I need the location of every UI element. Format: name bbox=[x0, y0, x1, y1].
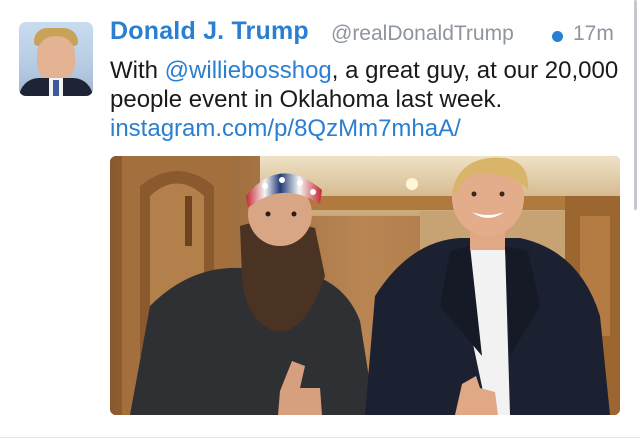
author-handle[interactable]: @realDonaldTrump bbox=[331, 22, 514, 46]
author-name[interactable]: Donald J. Trump bbox=[110, 17, 309, 46]
tweet-text: With @williebosshog, a great guy, at our… bbox=[110, 56, 620, 143]
tweet-cell[interactable]: Donald J. Trump @realDonaldTrump 17m Wit… bbox=[0, 0, 640, 441]
tweet-text-part-1: With bbox=[110, 57, 165, 84]
avatar-face bbox=[37, 36, 75, 80]
timestamp: 17m bbox=[573, 22, 614, 45]
photo-illustration bbox=[110, 156, 620, 415]
tweet-photo[interactable] bbox=[110, 156, 620, 415]
mention-link[interactable]: @williebosshog bbox=[165, 57, 332, 84]
scroll-indicator[interactable] bbox=[634, 0, 637, 210]
avatar[interactable] bbox=[19, 22, 93, 96]
url-link[interactable]: instagram.com/p/8QzMm7mhaA/ bbox=[110, 115, 461, 142]
unread-dot-icon bbox=[552, 31, 563, 42]
cell-divider bbox=[0, 437, 640, 438]
avatar-tie bbox=[53, 80, 59, 96]
